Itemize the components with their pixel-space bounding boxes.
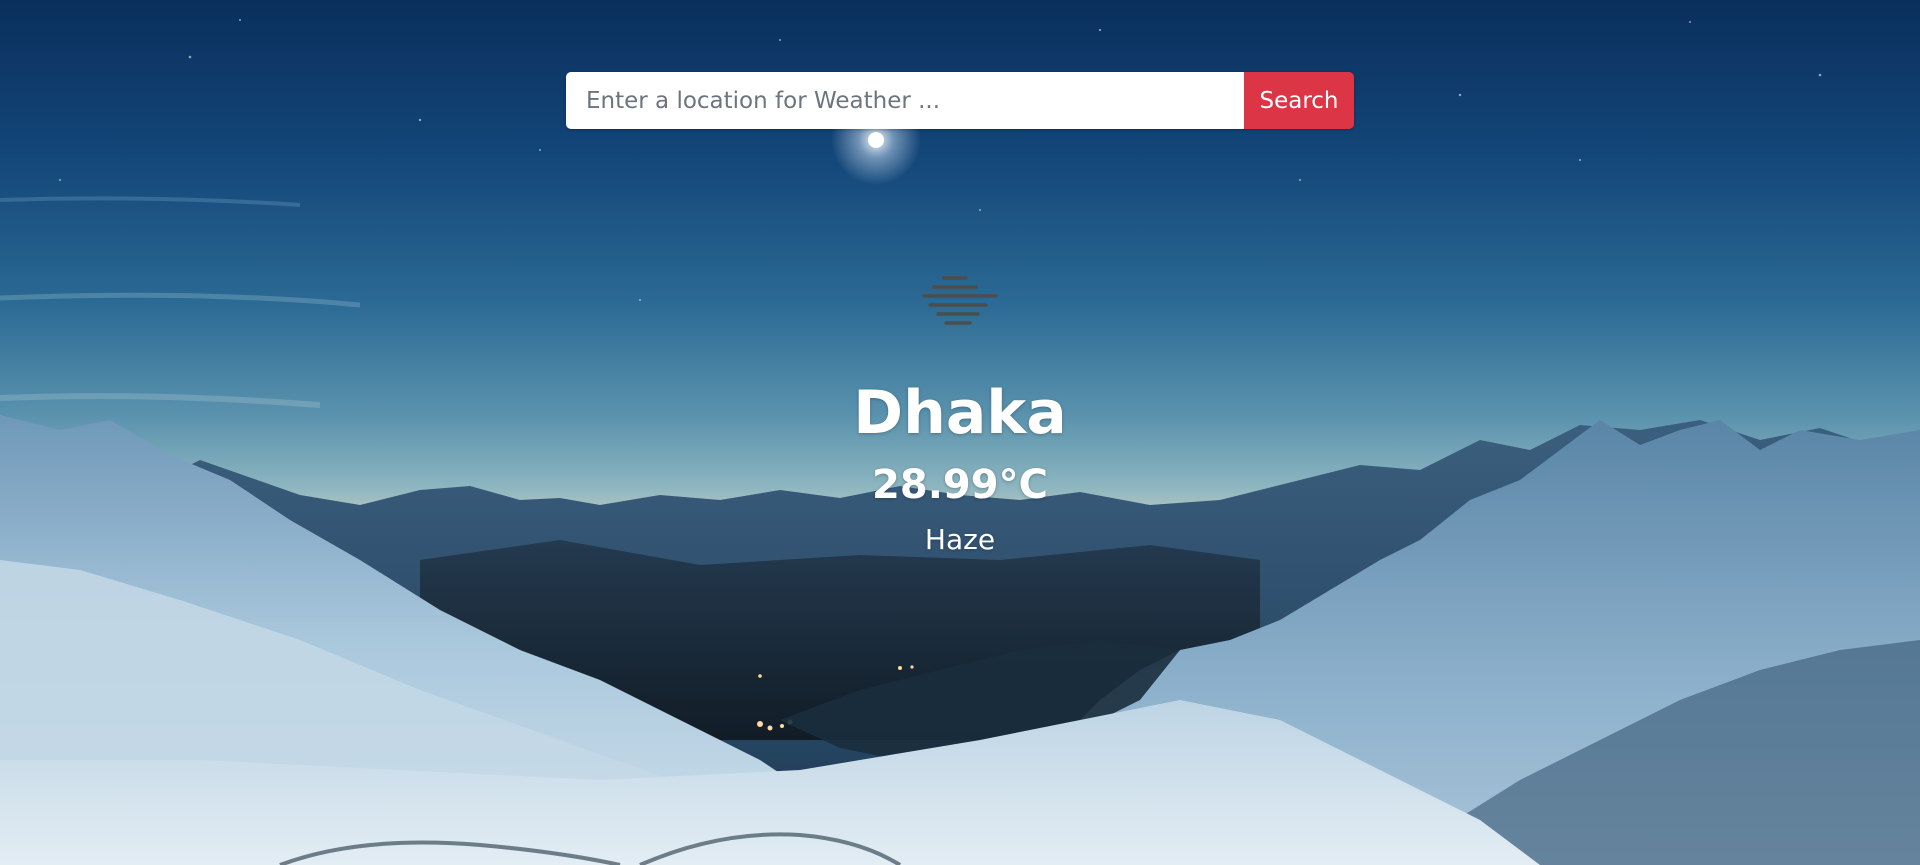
weather-condition: Haze [924, 523, 996, 556]
temperature: 28.99°C [872, 462, 1048, 508]
city-name: Dhaka [853, 378, 1067, 448]
search-bar: Search [566, 72, 1354, 129]
weather-page: Search Dhaka 28.99°C Haze [0, 0, 1920, 865]
search-button[interactable]: Search [1244, 72, 1354, 129]
haze-icon [922, 276, 998, 325]
search-input[interactable] [566, 72, 1244, 129]
